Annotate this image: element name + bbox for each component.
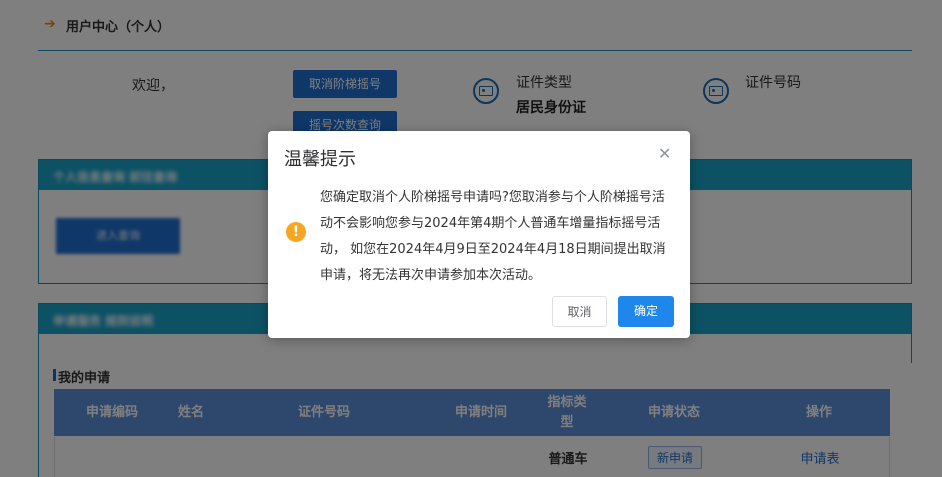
warning-icon: ! [286, 222, 306, 242]
dialog-title: 温馨提示 [284, 149, 356, 170]
user-center-page: ➔ 用户中心（个人） 欢迎， 取消阶梯摇号 摇号次数查询 证件类型 居民身份证 … [0, 0, 942, 477]
close-icon[interactable]: ✕ [658, 146, 671, 162]
confirm-dialog: 温馨提示 ✕ ! 您确定取消个人阶梯摇号申请吗?您取消参与个人阶梯摇号活动不会影… [268, 131, 690, 338]
confirm-button[interactable]: 确定 [618, 296, 674, 327]
cancel-button[interactable]: 取消 [552, 296, 607, 327]
dialog-message: 您确定取消个人阶梯摇号申请吗?您取消参与个人阶梯摇号活动不会影响您参与2024年… [320, 190, 666, 283]
